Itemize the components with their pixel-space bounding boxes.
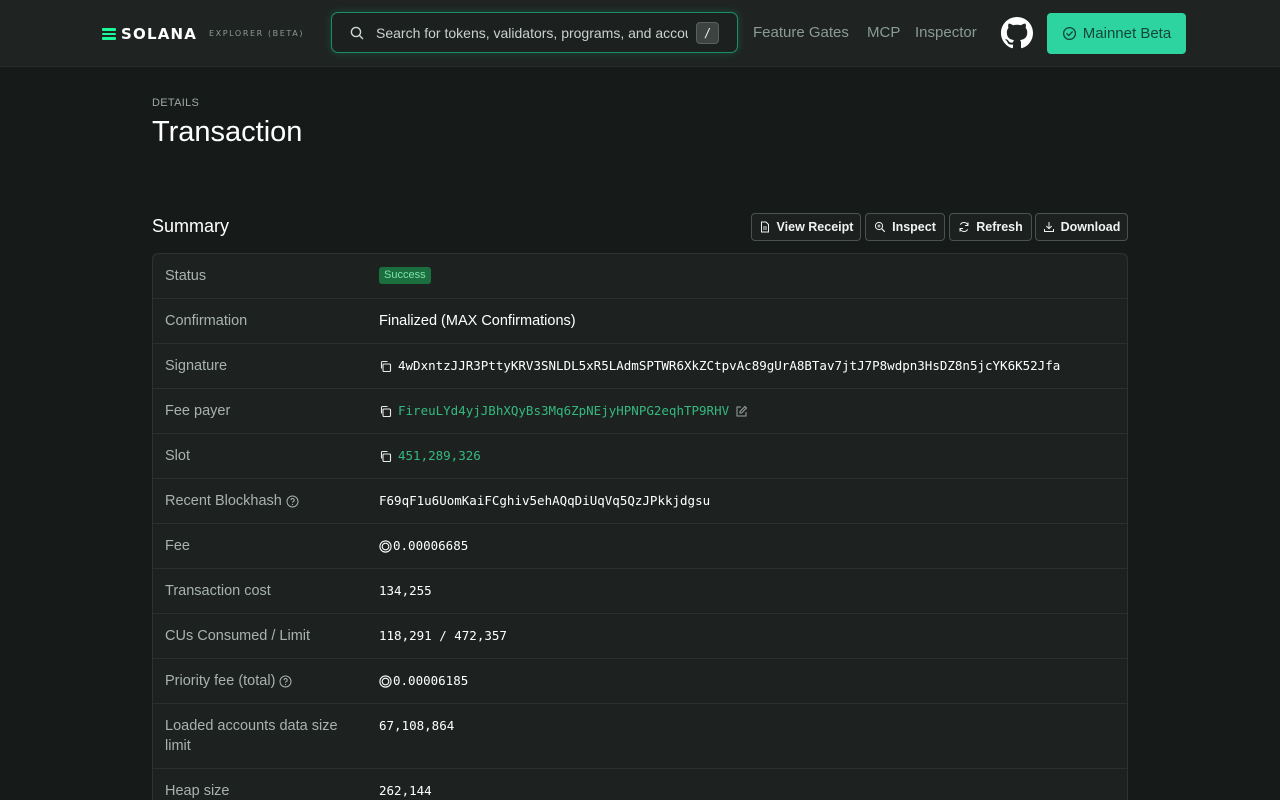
view-receipt-label: View Receipt xyxy=(776,220,854,234)
row-value: Success xyxy=(379,267,431,284)
row-value: 0.00006685 xyxy=(379,536,468,556)
inspect-button[interactable]: Inspect xyxy=(865,213,945,241)
search-input[interactable] xyxy=(376,23,688,43)
row-slot: Slot 451,289,326 xyxy=(153,434,1127,479)
row-label: Loaded accounts data size limit xyxy=(165,718,338,754)
cluster-selector-button[interactable]: Mainnet Beta xyxy=(1047,13,1186,54)
help-circle-icon[interactable] xyxy=(279,675,292,688)
cluster-label: Mainnet Beta xyxy=(1082,25,1172,42)
row-heap-size: Heap size 262,144 xyxy=(153,769,1127,800)
loaded-accounts-limit-value: 67,108,864 xyxy=(379,718,455,733)
search-box[interactable]: / xyxy=(331,12,738,53)
row-label: Slot xyxy=(165,448,190,464)
solana-logo-icon xyxy=(102,28,116,40)
row-fee: Fee 0.00006685 xyxy=(153,524,1127,569)
page-pretitle: DETAILS xyxy=(152,97,200,109)
priority-fee-value: 0.00006185 xyxy=(393,673,469,688)
summary-title: Summary xyxy=(152,216,230,236)
signature-value: 4wDxntzJJR3PttyKRV3SNLDL5xR5LAdmSPTWR6Xk… xyxy=(398,358,1061,373)
download-button[interactable]: Download xyxy=(1035,213,1128,241)
row-fee-payer: Fee payer FireuLYd4yjJBhXQyBs3Mq6ZpNEjyH… xyxy=(153,389,1127,434)
slot-link[interactable]: 451,289,326 xyxy=(398,446,481,466)
row-cus-consumed: CUs Consumed / Limit 118,291 / 472,357 xyxy=(153,614,1127,659)
status-badge: Success xyxy=(379,267,431,284)
fee-payer-link[interactable]: FireuLYd4yjJBhXQyBs3Mq6ZpNEjyHPNPG2eqhTP… xyxy=(398,401,729,421)
transaction-cost-value: 134,255 xyxy=(379,583,432,598)
summary-card: Status Success Confirmation Finalized (M… xyxy=(152,253,1128,800)
row-value: 451,289,326 xyxy=(379,446,481,466)
help-circle-icon[interactable] xyxy=(286,495,299,508)
row-label: Transaction cost xyxy=(165,583,271,599)
row-priority-fee: Priority fee (total) 0.00006185 xyxy=(153,659,1127,704)
edit-icon[interactable] xyxy=(735,405,748,418)
row-label: Priority fee (total) xyxy=(165,671,292,691)
brand-subtitle: EXPLORER (BETA) xyxy=(209,29,305,38)
search-shortcut-key: / xyxy=(696,22,719,44)
copy-icon[interactable] xyxy=(379,450,392,463)
download-icon xyxy=(1043,222,1054,232)
row-value: 4wDxntzJJR3PttyKRV3SNLDL5xR5LAdmSPTWR6Xk… xyxy=(379,356,1060,376)
row-label: Recent Blockhash xyxy=(165,491,299,511)
copy-icon[interactable] xyxy=(379,360,392,373)
zoom-in-icon xyxy=(875,221,886,233)
row-value: FireuLYd4yjJBhXQyBs3Mq6ZpNEjyHPNPG2eqhTP… xyxy=(379,401,748,421)
blockhash-value: F69qF1u6UomKaiFCghiv5ehAQqDiUqVq5QzJPkkj… xyxy=(379,493,711,508)
page-title: Transaction xyxy=(152,116,303,148)
inspect-label: Inspect xyxy=(892,220,936,234)
cus-consumed-value: 118,291 / 472,357 xyxy=(379,628,507,643)
row-label: Fee payer xyxy=(165,403,231,419)
confirmation-value: Finalized (MAX Confirmations) xyxy=(379,313,576,329)
row-loaded-accounts-limit: Loaded accounts data size limit 67,108,8… xyxy=(153,704,1127,769)
copy-icon[interactable] xyxy=(379,405,392,418)
nav-mcp[interactable]: MCP xyxy=(867,24,900,41)
row-label: Fee xyxy=(165,538,190,554)
check-circle-icon xyxy=(1062,26,1076,41)
refresh-button[interactable]: Refresh xyxy=(949,213,1032,241)
nav-inspector[interactable]: Inspector xyxy=(915,24,977,41)
document-icon xyxy=(760,221,769,233)
download-label: Download xyxy=(1060,220,1121,234)
sol-coin-icon xyxy=(379,539,392,553)
row-status: Status Success xyxy=(153,254,1127,299)
row-signature: Signature 4wDxntzJJR3PttyKRV3SNLDL5xR5LA… xyxy=(153,344,1127,389)
top-navbar: SOLANA EXPLORER (BETA) / Feature Gates M… xyxy=(0,0,1280,67)
brand-name: SOLANA xyxy=(121,25,198,43)
row-value: 0.00006185 xyxy=(379,671,468,691)
solana-logo[interactable]: SOLANA xyxy=(102,24,197,44)
refresh-label: Refresh xyxy=(976,220,1023,234)
row-label: Signature xyxy=(165,358,228,374)
row-recent-blockhash: Recent Blockhash F69qF1u6UomKaiFCghiv5eh… xyxy=(153,479,1127,524)
row-label: Heap size xyxy=(165,783,230,799)
nav-feature-gates[interactable]: Feature Gates xyxy=(753,24,849,41)
row-confirmation: Confirmation Finalized (MAX Confirmation… xyxy=(153,299,1127,344)
refresh-icon xyxy=(959,221,969,233)
row-label: Confirmation xyxy=(165,313,248,329)
fee-value: 0.00006685 xyxy=(393,538,469,553)
search-icon xyxy=(350,26,364,40)
row-transaction-cost: Transaction cost 134,255 xyxy=(153,569,1127,614)
sol-coin-icon xyxy=(379,674,392,688)
heap-size-value: 262,144 xyxy=(379,783,432,798)
row-label: CUs Consumed / Limit xyxy=(165,628,311,644)
row-label-text: Recent Blockhash xyxy=(165,493,282,509)
github-icon[interactable] xyxy=(1001,17,1033,49)
view-receipt-button[interactable]: View Receipt xyxy=(751,213,861,241)
row-label-text: Priority fee (total) xyxy=(165,673,276,689)
row-label: Status xyxy=(165,268,207,284)
